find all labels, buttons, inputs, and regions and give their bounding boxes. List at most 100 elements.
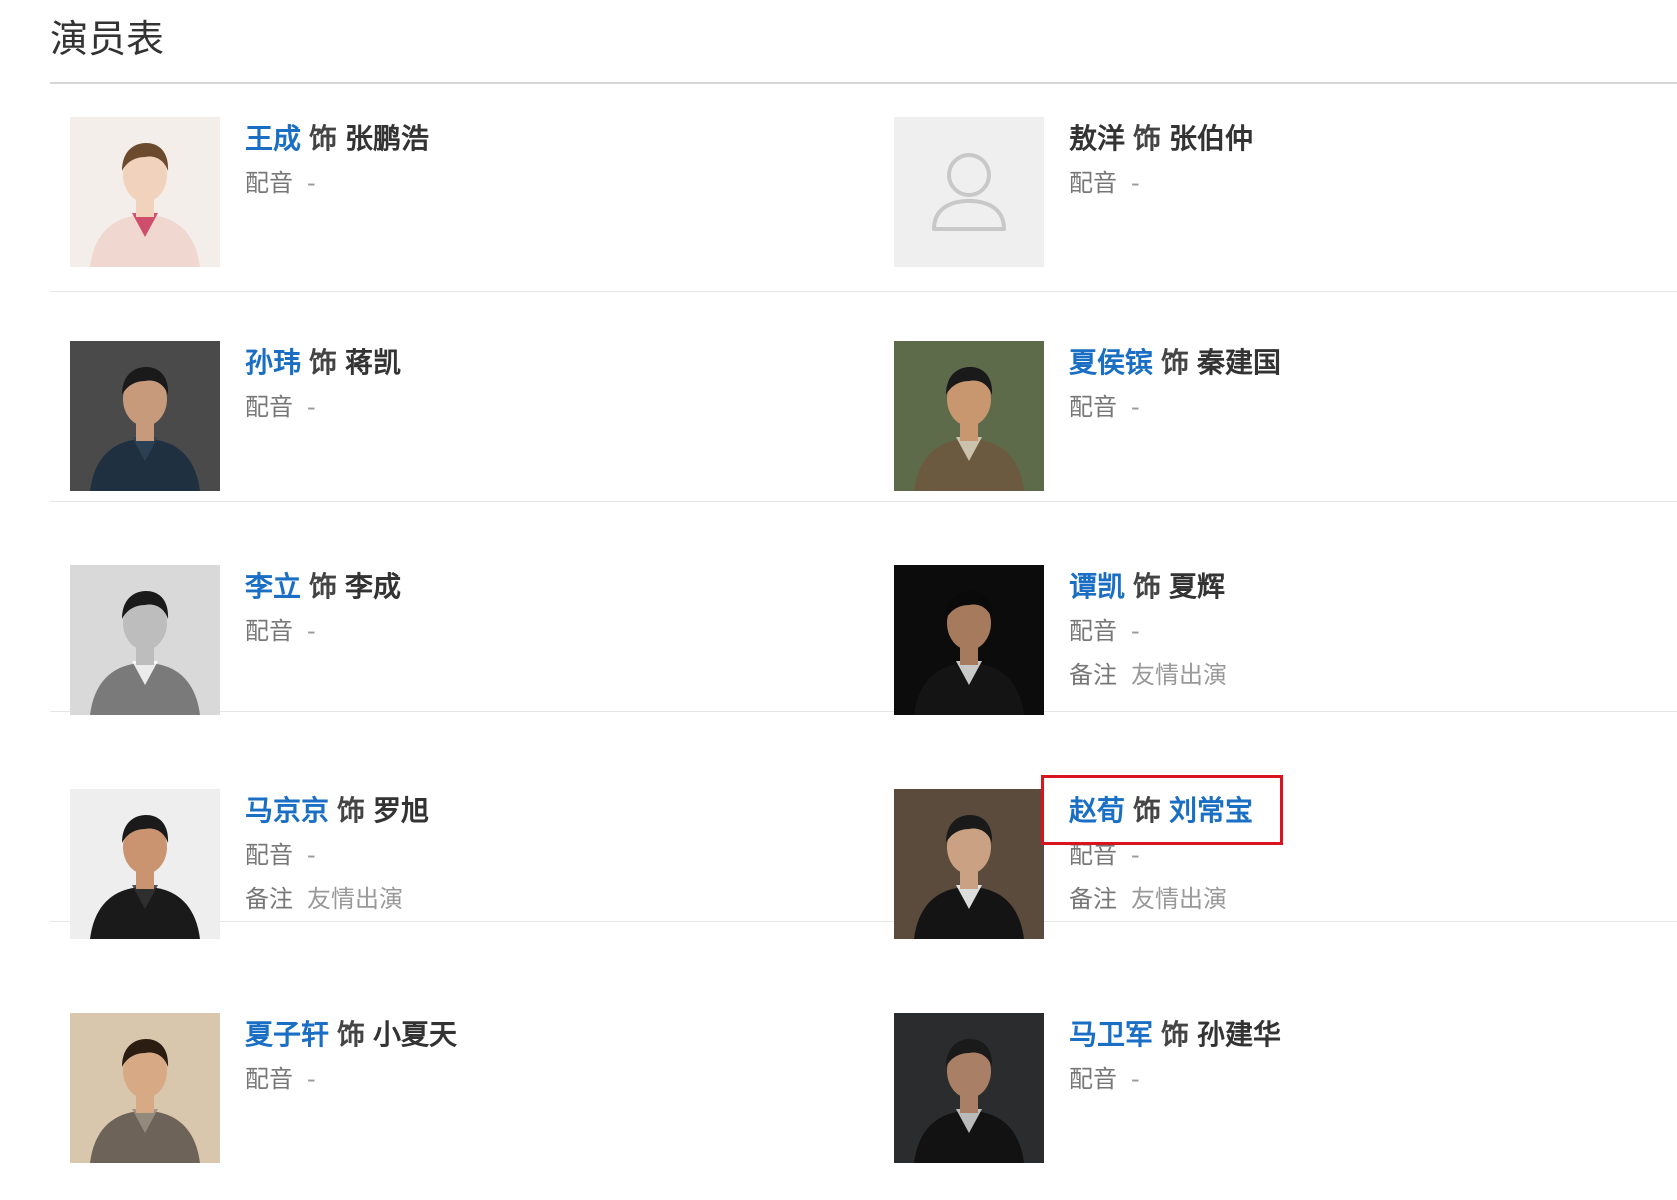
actor-name-link[interactable]: 孙玮 xyxy=(245,346,301,379)
cast-info: 孙玮饰蒋凯 配音 - xyxy=(245,341,845,429)
dub-label: 配音 xyxy=(1069,393,1117,421)
cast-item: 夏子轩饰小夏天 配音 - xyxy=(70,1013,870,1183)
cast-item: 马卫军饰孙建华 配音 - xyxy=(894,1013,1677,1183)
role-name: 罗旭 xyxy=(373,794,430,827)
actor-photo[interactable] xyxy=(70,1013,220,1163)
role-name: 秦建国 xyxy=(1197,346,1282,379)
actor-name: 敖洋 xyxy=(1069,122,1126,155)
dub-label: 配音 xyxy=(245,393,293,421)
role-name: 李成 xyxy=(345,570,402,603)
cast-item: 李立饰李成 配音 - xyxy=(70,565,870,735)
note-line: 备注 友情出演 xyxy=(1069,653,1669,697)
cast-item: 孙玮饰蒋凯 配音 - xyxy=(70,341,870,511)
dub-line: 配音 - xyxy=(245,161,845,205)
actor-name-link[interactable]: 夏侯镔 xyxy=(1069,346,1153,379)
cast-info: 敖洋饰张伯仲 配音 - xyxy=(1069,117,1669,205)
as-word: 饰 xyxy=(309,122,338,155)
note-line: 备注 友情出演 xyxy=(245,877,845,921)
dub-value: - xyxy=(1131,617,1140,645)
dub-value: - xyxy=(307,841,316,869)
role-name: 夏辉 xyxy=(1169,570,1226,603)
cast-name-line: 赵荀饰刘常宝 xyxy=(1069,789,1253,833)
cast-item: 敖洋饰张伯仲 配音 - xyxy=(894,117,1677,287)
role-name-link[interactable]: 刘常宝 xyxy=(1169,794,1253,827)
dub-value: - xyxy=(1131,1065,1140,1093)
dub-line: 配音 - xyxy=(1069,833,1669,877)
note-line: 备注 友情出演 xyxy=(1069,877,1669,921)
cast-item: 王成饰张鹏浩 配音 - xyxy=(70,117,870,287)
default-avatar-icon xyxy=(894,117,1044,267)
dub-value: - xyxy=(1131,841,1140,869)
cast-name-line: 李立饰李成 xyxy=(245,565,401,609)
dub-label: 配音 xyxy=(245,617,293,645)
actor-photo[interactable] xyxy=(70,341,220,491)
as-word: 饰 xyxy=(309,570,338,603)
dub-line: 配音 - xyxy=(245,833,845,877)
cast-name-line: 马卫军饰孙建华 xyxy=(1069,1013,1281,1057)
cast-info: 夏子轩饰小夏天 配音 - xyxy=(245,1013,845,1101)
cast-name-line: 夏子轩饰小夏天 xyxy=(245,1013,457,1057)
cast-item: 谭凯饰夏辉 配音 - 备注 友情出演 xyxy=(894,565,1677,735)
cast-item: 赵荀饰刘常宝 配音 - 备注 友情出演 xyxy=(894,789,1677,959)
dub-value: - xyxy=(1131,393,1140,421)
actor-photo[interactable] xyxy=(70,789,220,939)
dub-line: 配音 - xyxy=(245,1057,845,1101)
cast-name-line: 敖洋饰张伯仲 xyxy=(1069,117,1253,161)
actor-name-link[interactable]: 李立 xyxy=(245,570,301,603)
note-value: 友情出演 xyxy=(1131,661,1227,689)
dub-line: 配音 - xyxy=(245,609,845,653)
as-word: 饰 xyxy=(1133,122,1162,155)
cast-list: 王成饰张鹏浩 配音 - 敖洋饰张伯仲 配音 - 孙玮饰蒋凯 配音 - 夏侯镔饰秦建国 配音 - … xyxy=(0,0,1677,1200)
note-value: 友情出演 xyxy=(1131,885,1227,913)
cast-item: 夏侯镔饰秦建国 配音 - xyxy=(894,341,1677,511)
cast-item: 马京京饰罗旭 配音 - 备注 友情出演 xyxy=(70,789,870,959)
actor-name-link[interactable]: 谭凯 xyxy=(1069,570,1125,603)
dub-line: 配音 - xyxy=(245,385,845,429)
cast-info: 李立饰李成 配音 - xyxy=(245,565,845,653)
dub-label: 配音 xyxy=(245,169,293,197)
as-word: 饰 xyxy=(1133,570,1162,603)
role-name: 张伯仲 xyxy=(1169,122,1254,155)
role-name: 张鹏浩 xyxy=(345,122,430,155)
as-word: 饰 xyxy=(337,1018,366,1051)
as-word: 饰 xyxy=(1133,794,1162,827)
cast-info: 马卫军饰孙建华 配音 - xyxy=(1069,1013,1669,1101)
dub-value: - xyxy=(307,393,316,421)
cast-name-line: 夏侯镔饰秦建国 xyxy=(1069,341,1281,385)
actor-name-link[interactable]: 夏子轩 xyxy=(245,1018,329,1051)
dub-label: 配音 xyxy=(1069,841,1117,869)
actor-photo[interactable] xyxy=(894,789,1044,939)
as-word: 饰 xyxy=(309,346,338,379)
actor-name-link[interactable]: 赵荀 xyxy=(1069,794,1125,827)
actor-photo[interactable] xyxy=(894,341,1044,491)
dub-line: 配音 - xyxy=(1069,609,1669,653)
cast-name-line: 谭凯饰夏辉 xyxy=(1069,565,1225,609)
dub-value: - xyxy=(1131,169,1140,197)
dub-value: - xyxy=(307,617,316,645)
actor-photo[interactable] xyxy=(70,565,220,715)
as-word: 饰 xyxy=(1161,346,1190,379)
cast-info: 马京京饰罗旭 配音 - 备注 友情出演 xyxy=(245,789,845,921)
dub-value: - xyxy=(307,1065,316,1093)
note-label: 备注 xyxy=(1069,661,1117,689)
note-label: 备注 xyxy=(245,885,293,913)
actor-name-link[interactable]: 王成 xyxy=(245,122,301,155)
dub-line: 配音 - xyxy=(1069,1057,1669,1101)
dub-line: 配音 - xyxy=(1069,385,1669,429)
note-value: 友情出演 xyxy=(307,885,403,913)
actor-photo[interactable] xyxy=(894,565,1044,715)
cast-info: 王成饰张鹏浩 配音 - xyxy=(245,117,845,205)
dub-label: 配音 xyxy=(1069,1065,1117,1093)
role-name: 小夏天 xyxy=(373,1018,458,1051)
cast-name-line: 王成饰张鹏浩 xyxy=(245,117,429,161)
cast-info: 谭凯饰夏辉 配音 - 备注 友情出演 xyxy=(1069,565,1669,697)
dub-label: 配音 xyxy=(245,841,293,869)
note-label: 备注 xyxy=(1069,885,1117,913)
dub-label: 配音 xyxy=(245,1065,293,1093)
actor-name-link[interactable]: 马京京 xyxy=(245,794,329,827)
as-word: 饰 xyxy=(1161,1018,1190,1051)
actor-photo[interactable] xyxy=(70,117,220,267)
actor-name-link[interactable]: 马卫军 xyxy=(1069,1018,1153,1051)
actor-photo[interactable] xyxy=(894,1013,1044,1163)
cast-info: 赵荀饰刘常宝 配音 - 备注 友情出演 xyxy=(1069,789,1669,921)
